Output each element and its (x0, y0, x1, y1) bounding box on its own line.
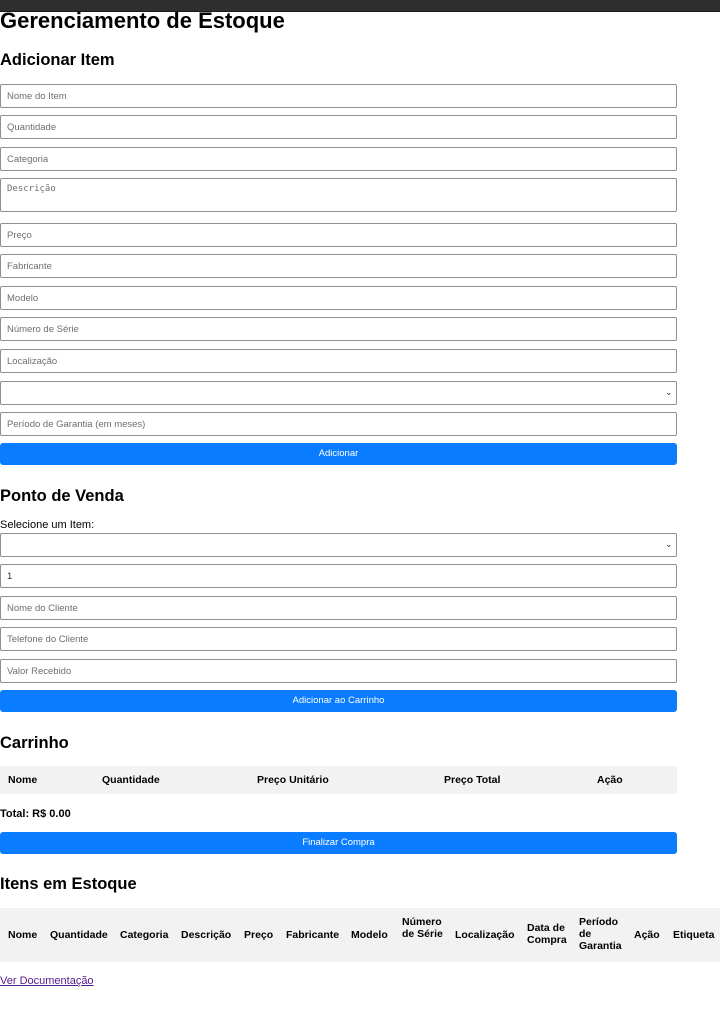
customer-phone-input[interactable] (0, 627, 677, 651)
stock-col-etiqueta: Etiqueta (673, 929, 715, 941)
item-quantity-input[interactable] (0, 115, 677, 139)
stock-col-quantidade: Quantidade (50, 929, 108, 941)
stock-col-nome: Nome (8, 929, 38, 941)
item-description-textarea[interactable] (0, 178, 677, 212)
cart-table-header: Nome Quantidade Preço Unitário Preço Tot… (0, 766, 677, 794)
stock-heading: Itens em Estoque (0, 875, 137, 893)
stock-col-categoria: Categoria (120, 929, 169, 941)
item-location-input[interactable] (0, 349, 677, 373)
stock-col-acao: Ação (634, 929, 660, 941)
stock-col-fabricante: Fabricante (286, 929, 340, 941)
documentation-link[interactable]: Ver Documentação (0, 975, 94, 987)
cart-col-nome: Nome (8, 774, 38, 786)
stock-col-preco: Preço (244, 929, 274, 941)
item-serial-input[interactable] (0, 317, 677, 341)
select-item-label: Selecione um Item: (0, 519, 95, 531)
pos-quantity-input[interactable] (0, 564, 677, 588)
pos-heading: Ponto de Venda (0, 487, 124, 505)
page-title: Gerenciamento de Estoque (0, 8, 285, 33)
stock-col-periodo-garantia: Período de Garantia (579, 916, 622, 952)
stock-col-data-compra: Data de Compra (527, 922, 567, 946)
add-item-heading: Adicionar Item (0, 51, 115, 69)
stock-col-localizacao: Localização (455, 929, 515, 941)
stock-col-descricao: Descrição (181, 929, 232, 941)
cart-total: Total: R$ 0.00 (0, 808, 71, 820)
stock-col-numero-serie: Número de Série (402, 916, 443, 940)
item-price-input[interactable] (0, 223, 677, 247)
item-model-input[interactable] (0, 286, 677, 310)
cart-col-acao: Ação (597, 774, 623, 786)
customer-name-input[interactable] (0, 596, 677, 620)
checkout-button[interactable]: Finalizar Compra (0, 832, 677, 854)
item-name-input[interactable] (0, 84, 677, 108)
item-manufacturer-input[interactable] (0, 254, 677, 278)
stock-col-modelo: Modelo (351, 929, 388, 941)
item-warranty-input[interactable] (0, 412, 677, 436)
add-to-cart-button[interactable]: Adicionar ao Carrinho (0, 690, 677, 712)
pos-item-select[interactable] (0, 533, 677, 557)
stock-table-header: Nome Quantidade Categoria Descrição Preç… (0, 908, 720, 962)
cart-col-preco-unitario: Preço Unitário (257, 774, 329, 786)
item-category-input[interactable] (0, 147, 677, 171)
cart-heading: Carrinho (0, 734, 69, 752)
amount-received-input[interactable] (0, 659, 677, 683)
item-purchase-date-select[interactable] (0, 381, 677, 405)
add-item-button[interactable]: Adicionar (0, 443, 677, 465)
cart-col-preco-total: Preço Total (444, 774, 501, 786)
cart-col-quantidade: Quantidade (102, 774, 160, 786)
